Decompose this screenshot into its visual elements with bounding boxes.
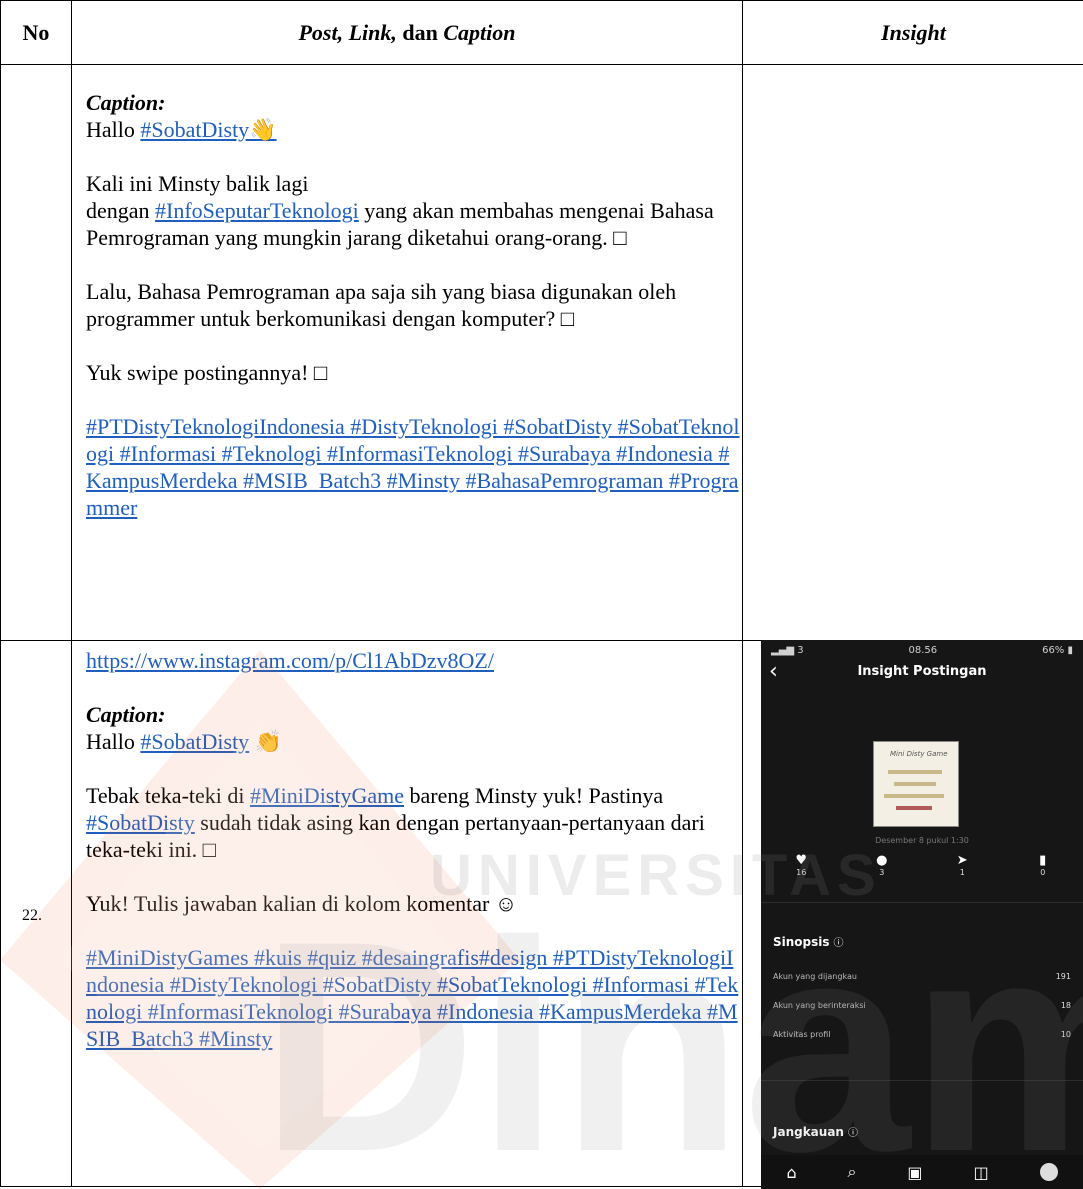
- saves-stat: ▮ 0: [1018, 853, 1068, 877]
- paragraph-fragment: Tebak teka-teki di: [86, 783, 251, 808]
- insight-nav: ‹ Insight Postingan: [761, 656, 1083, 686]
- home-icon[interactable]: ⌂: [786, 1163, 796, 1182]
- avatar[interactable]: [1039, 1163, 1058, 1181]
- post-thumbnail[interactable]: Mini Disty Game: [873, 741, 959, 827]
- paragraph-text: Tebak teka-teki di #MiniDistyGame bareng…: [86, 782, 742, 863]
- greeting-line: Hallo #SobatDisty 👏: [86, 728, 742, 755]
- hashtag-link[interactable]: #SobatDisty: [140, 729, 249, 754]
- table-header-row: No Post, Link, dan Caption Insight: [0, 0, 1083, 65]
- bookmark-icon: ▮: [1039, 853, 1047, 868]
- insight-screenshot: ▂▄▆ 3 08.56 66% ▮ ‹ Insight Postingan Mi…: [761, 640, 1083, 1189]
- hashtag-link[interactable]: #SobatDisty👋: [140, 117, 276, 142]
- row1-content-cell: Caption: Hallo #SobatDisty👋 Kali ini Min…: [71, 64, 743, 641]
- shares-stat: ➤ 1: [937, 853, 987, 877]
- battery-icon: 66% ▮: [1042, 645, 1073, 656]
- paragraph-text: Yuk swipe postingannya! □: [86, 360, 328, 385]
- row1-number-cell: [0, 64, 72, 641]
- search-icon[interactable]: ⌕: [848, 1162, 857, 1182]
- paragraph-fragment: bareng Minsty yuk! Pastinya: [404, 783, 664, 808]
- header-caption-text: Caption: [443, 19, 516, 45]
- reached-accounts-row: Akun yang dijangkau 191: [773, 972, 1071, 981]
- shop-icon[interactable]: ◫: [973, 1163, 988, 1182]
- clap-emoji: 👏: [249, 729, 283, 754]
- back-icon[interactable]: ‹: [769, 659, 789, 684]
- greeting-text: Hallo: [86, 117, 141, 142]
- comment-icon: ●: [876, 853, 888, 868]
- info-icon: ⓘ: [833, 938, 844, 949]
- greeting-line: Hallo #SobatDisty👋: [86, 116, 742, 143]
- bottom-tab-bar: ⌂ ⌕ ▣ ◫: [761, 1155, 1083, 1189]
- thumbnail-title: Mini Disty Game: [890, 750, 948, 758]
- header-dan-text: dan: [402, 19, 438, 45]
- greeting-text: Hallo: [86, 729, 141, 754]
- sinopsis-heading: Sinopsis ⓘ: [773, 935, 844, 949]
- header-insight: Insight: [742, 0, 1083, 65]
- status-bar: ▂▄▆ 3 08.56 66% ▮: [761, 640, 1083, 656]
- hashtag-link[interactable]: #MiniDistyGame: [250, 783, 404, 808]
- paragraph-fragment: dengan: [86, 198, 156, 223]
- paragraph-text: Kali ini Minsty balik lagi: [86, 171, 309, 196]
- row-number: 22.: [22, 907, 42, 924]
- instagram-post-link[interactable]: https://www.instagram.com/p/Cl1AbDzv8OZ/: [86, 648, 494, 673]
- profile-activity-row: Aktivitas profil 10: [773, 1030, 1071, 1039]
- comments-stat: ● 3: [857, 853, 907, 877]
- paragraph-text: dengan #InfoSeputarTeknologi yang akan m…: [86, 197, 742, 251]
- header-no: No: [0, 0, 72, 65]
- hashtag-link[interactable]: #InfoSeputarTeknologi: [155, 198, 359, 223]
- hashtag-link[interactable]: #SobatDisty: [86, 810, 195, 835]
- header-insight-text: Insight: [881, 19, 946, 45]
- table-row: Caption: Hallo #SobatDisty👋 Kali ini Min…: [0, 64, 1083, 641]
- reels-icon[interactable]: ▣: [907, 1163, 922, 1182]
- row2-content-cell: https://www.instagram.com/p/Cl1AbDzv8OZ/…: [71, 640, 743, 1187]
- row1-insight-cell: [742, 64, 1083, 641]
- header-post-text: Post, Link,: [298, 19, 397, 45]
- hashtag-list[interactable]: #PTDistyTeknologiIndonesia #DistyTeknolo…: [86, 413, 742, 521]
- info-icon: ⓘ: [847, 1128, 858, 1139]
- hashtag-list[interactable]: #MiniDistyGames #kuis #quiz #desaingrafi…: [86, 944, 742, 1052]
- likes-stat: ♥ 16: [776, 853, 826, 877]
- paragraph-text: Yuk! Tulis jawaban kalian di kolom komen…: [86, 891, 518, 916]
- heart-icon: ♥: [795, 853, 808, 868]
- header-post-link-caption: Post, Link, dan Caption: [71, 0, 743, 65]
- send-icon: ➤: [956, 853, 968, 868]
- engagement-stats: ♥ 16 ● 3 ➤ 1 ▮ 0: [761, 853, 1083, 877]
- post-date: Desember 8 pukul 1:30: [875, 836, 969, 845]
- signal-icon: ▂▄▆ 3: [771, 645, 804, 656]
- insight-title: Insight Postingan: [857, 663, 987, 679]
- status-time: 08.56: [908, 645, 938, 656]
- caption-label: Caption:: [86, 90, 166, 115]
- engaged-accounts-row: Akun yang berinteraksi 18: [773, 1001, 1071, 1010]
- jangkauan-heading: Jangkauan ⓘ: [773, 1125, 858, 1139]
- paragraph-text: Lalu, Bahasa Pemrograman apa saja sih ya…: [86, 279, 677, 331]
- caption-label: Caption:: [86, 702, 166, 727]
